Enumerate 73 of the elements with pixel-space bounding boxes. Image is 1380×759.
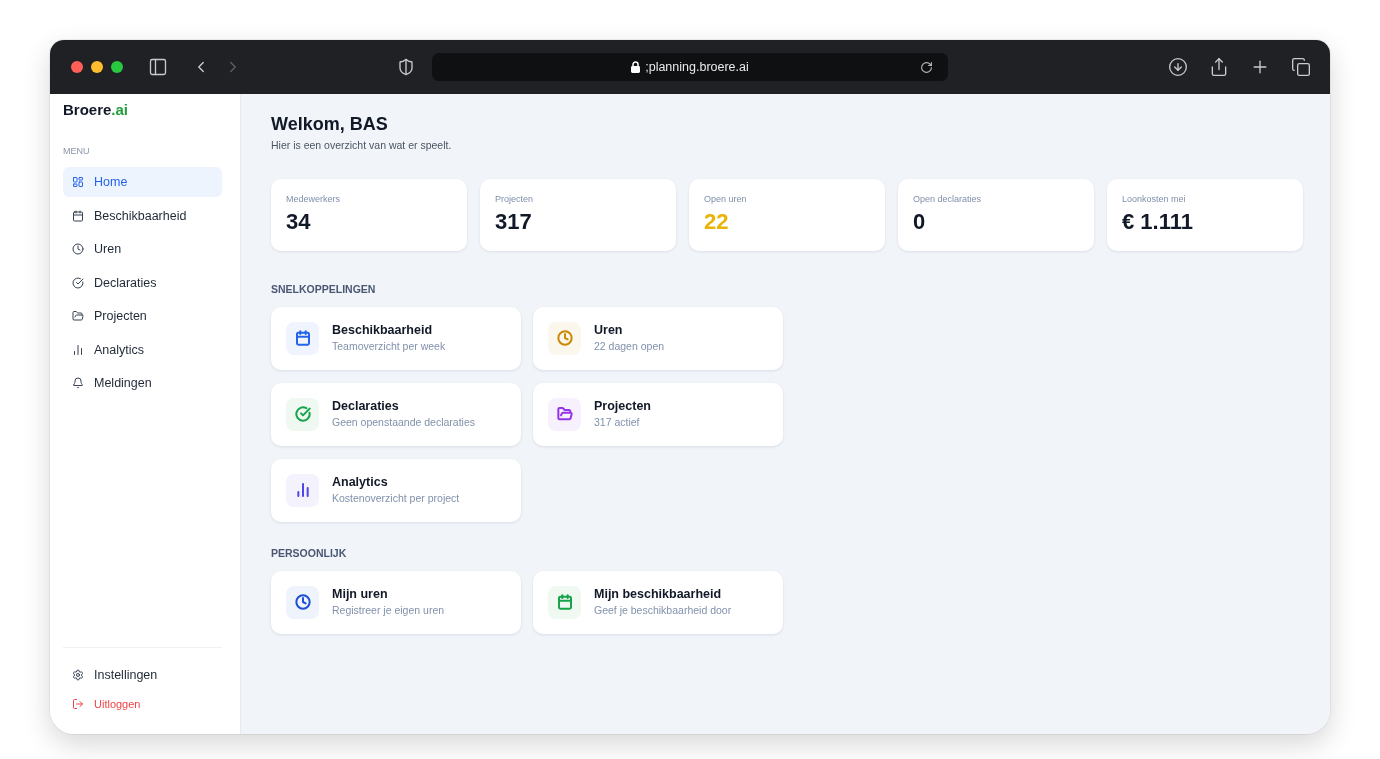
shield-icon[interactable] — [397, 58, 415, 76]
card-subtitle: Teamoverzicht per week — [332, 340, 446, 353]
stat-label: Medewerkers — [286, 193, 341, 205]
stat-label: Loonkosten mei — [1122, 193, 1186, 205]
url-text: ;planning.broere.ai — [645, 60, 749, 74]
page-subtitle: Hier is een overzicht van wat er speelt. — [271, 139, 452, 152]
card-subtitle: Kostenoverzicht per project — [332, 492, 460, 505]
card-title: Projecten — [594, 399, 651, 414]
card-title: Beschikbaarheid — [332, 323, 433, 338]
page-title: Welkom, BAS — [271, 113, 388, 135]
logout-icon — [72, 698, 84, 710]
shortcut-card[interactable]: Mijn uren Registreer je eigen uren — [271, 570, 521, 634]
nav-item[interactable]: Analytics — [63, 334, 222, 365]
nav-item[interactable]: Instellingen — [63, 662, 222, 688]
logout-link[interactable]: Uitloggen — [63, 691, 222, 717]
calendar-icon — [548, 585, 581, 619]
card-subtitle: 317 actief — [594, 416, 640, 429]
sidebar-toggle-icon[interactable] — [148, 57, 168, 77]
card-subtitle: Geen openstaande declaraties — [332, 416, 476, 429]
card-title: Analytics — [332, 475, 388, 490]
calendar-icon — [72, 209, 84, 222]
card-subtitle: Geef je beschikbaarheid door — [594, 604, 732, 617]
card-title: Mijn beschikbaarheid — [594, 587, 722, 602]
shortcut-card[interactable]: Uren 22 dagen open — [533, 306, 783, 370]
bar-chart-icon — [72, 343, 84, 356]
check-circle-icon — [72, 276, 84, 289]
shortcut-card[interactable]: Projecten 317 actief — [533, 382, 783, 446]
nav-item[interactable]: Projecten — [63, 301, 222, 331]
shortcut-card[interactable]: Beschikbaarheid Teamoverzicht per week — [271, 306, 521, 370]
menu-label: MENU — [63, 146, 90, 157]
shortcut-card[interactable]: Analytics Kostenoverzicht per project — [271, 458, 521, 522]
section-heading: SNELKOPPELINGEN — [271, 283, 376, 296]
clock-icon — [72, 243, 84, 255]
shortcut-card[interactable]: Mijn beschikbaarheid Geef je beschikbaarheid door — [533, 570, 783, 634]
shortcut-card[interactable]: Declaraties Geen openstaande declaraties — [271, 382, 521, 446]
download-icon[interactable] — [1168, 57, 1188, 77]
stat-label: Projecten — [495, 193, 534, 205]
card-title: Uren — [594, 323, 623, 338]
close-window-icon[interactable] — [71, 61, 83, 73]
folder-icon — [548, 397, 581, 431]
bell-icon — [72, 377, 84, 389]
calendar-icon — [286, 321, 319, 355]
minimize-window-icon[interactable] — [91, 61, 103, 73]
nav-item[interactable]: Home — [63, 167, 222, 197]
share-icon[interactable] — [1209, 57, 1229, 77]
address-bar[interactable]: ;planning.broere.ai — [432, 53, 948, 81]
card-title: Mijn uren — [332, 587, 388, 602]
stat-label: Open declaraties — [913, 193, 982, 205]
clock-icon — [286, 585, 319, 619]
settings-icon — [72, 669, 84, 681]
stat-value: 0 — [913, 209, 926, 235]
section-heading: PERSOONLIJK — [271, 547, 347, 560]
nav-item[interactable]: Uren — [63, 234, 222, 264]
maximize-window-icon[interactable] — [111, 61, 123, 73]
logo: Broere.ai — [63, 102, 129, 118]
tabs-overview-icon[interactable] — [1291, 57, 1311, 77]
nav-item[interactable]: Beschikbaarheid — [63, 200, 222, 231]
folder-icon — [72, 310, 84, 322]
card-subtitle: Registreer je eigen uren — [332, 604, 445, 617]
clock-icon — [548, 321, 581, 355]
lock-icon — [631, 61, 641, 73]
card-title: Declaraties — [332, 399, 399, 414]
stat-value: 317 — [495, 209, 532, 235]
bar-chart-icon — [286, 473, 319, 507]
stat-value: € 1.111 — [1122, 209, 1193, 235]
stat-value: 22 — [704, 209, 729, 235]
nav-item[interactable]: Declaraties — [63, 267, 222, 298]
nav-item[interactable]: Meldingen — [63, 368, 222, 398]
dashboard-icon — [72, 176, 84, 188]
reload-icon[interactable] — [920, 60, 933, 74]
stat-value: 34 — [286, 209, 311, 235]
card-subtitle: 22 dagen open — [594, 340, 665, 353]
stat-label: Open uren — [704, 193, 747, 205]
